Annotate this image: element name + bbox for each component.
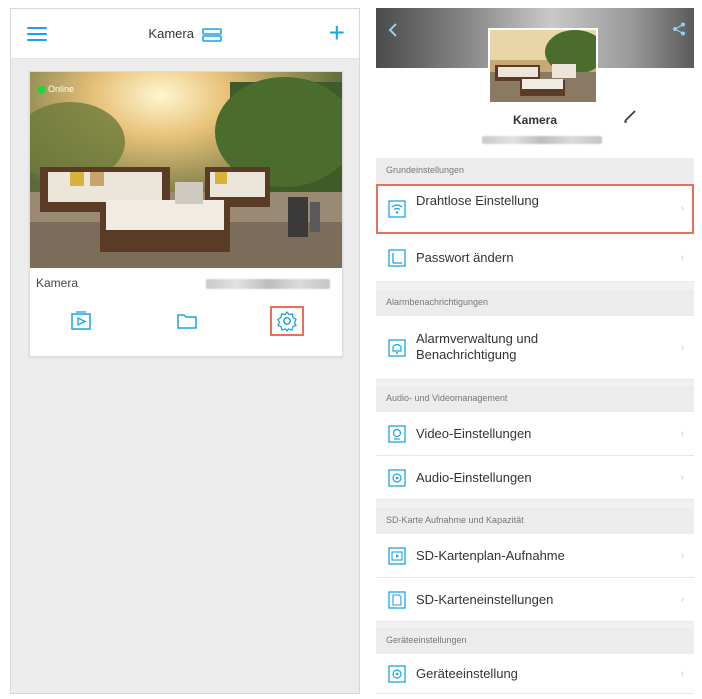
share-button[interactable]	[672, 22, 686, 41]
camera-settings-screen: Kamera Grundeinstellungen Drahtlose Eins…	[376, 8, 694, 694]
section-audio-video: Audio- und Videomanagement	[376, 386, 694, 412]
menu-item-label: Passwort ändern	[416, 250, 514, 265]
camera-list-screen: Kamera + Online Kamera	[10, 8, 360, 694]
camera-preview-image[interactable]: Online	[30, 72, 342, 268]
section-header: Grundeinstellungen	[386, 165, 465, 175]
chevron-right-icon: ›	[680, 252, 684, 263]
online-status-text: Online	[48, 84, 75, 94]
top-bar: Kamera +	[11, 9, 359, 59]
edit-name-button[interactable]	[622, 108, 638, 129]
menu-item-video-settings[interactable]: Video-Einstellungen ›	[376, 412, 694, 456]
menu-item-sd-card-settings[interactable]: SD-Karteneinstellungen ›	[376, 578, 694, 622]
alarm-icon	[388, 339, 406, 357]
album-button[interactable]	[170, 306, 204, 336]
menu-item-device-settings[interactable]: Geräteeinstellung ›	[376, 654, 694, 694]
pencil-icon	[624, 110, 636, 123]
back-arrow-icon	[388, 23, 397, 37]
patio-photo	[30, 72, 342, 268]
camera-card[interactable]: Online Kamera	[29, 71, 343, 357]
playback-icon	[71, 311, 91, 330]
chevron-right-icon: ›	[680, 594, 684, 605]
settings-button[interactable]	[270, 306, 304, 336]
camera-info-row: Kamera	[30, 272, 342, 294]
chevron-right-icon: ›	[680, 203, 684, 214]
online-dot-icon	[38, 85, 45, 93]
page-title: Kamera	[11, 26, 359, 42]
thumbnail-photo	[490, 30, 596, 102]
view-toggle-icon[interactable]	[201, 27, 222, 42]
section-header: Audio- und Videomanagement	[386, 393, 508, 403]
video-icon	[388, 425, 406, 443]
menu-item-alarm-management[interactable]: Alarmverwaltung und Benachrichtigung ›	[376, 316, 694, 380]
playback-button[interactable]	[64, 306, 98, 336]
camera-title: Kamera	[512, 113, 558, 127]
menu-item-sd-schedule-recording[interactable]: SD-Kartenplan-Aufnahme ›	[376, 534, 694, 578]
online-badge: Online	[38, 84, 74, 94]
menu-item-change-password[interactable]: Passwort ändern ›	[376, 234, 694, 282]
add-camera-button[interactable]: +	[329, 19, 345, 47]
share-icon	[673, 22, 685, 36]
camera-actions	[30, 300, 342, 350]
chevron-right-icon: ›	[680, 342, 684, 353]
menu-item-label: SD-Kartenplan-Aufnahme	[416, 548, 565, 563]
chevron-right-icon: ›	[680, 668, 684, 679]
menu-item-label: Alarmverwaltung und Benachrichtigung	[416, 331, 539, 362]
chevron-right-icon: ›	[680, 472, 684, 483]
wifi-icon	[388, 200, 406, 218]
menu-item-label: SD-Karteneinstellungen	[416, 592, 554, 607]
section-header: SD-Karte Aufnahme und Kapazität	[386, 515, 524, 525]
camera-thumbnail	[488, 28, 598, 104]
menu-item-wireless-settings[interactable]: Drahtlose Einstellung ›	[376, 184, 694, 234]
chevron-right-icon: ›	[680, 428, 684, 439]
sd-settings-icon	[388, 591, 406, 609]
page-title-text: Kamera	[148, 26, 194, 41]
password-icon	[388, 249, 406, 267]
camera-id-blurred	[482, 136, 602, 144]
section-sd-card: SD-Karte Aufnahme und Kapazität	[376, 508, 694, 534]
sd-schedule-icon	[388, 547, 406, 565]
menu-item-label: Audio-Einstellungen	[416, 470, 532, 485]
menu-item-audio-settings[interactable]: Audio-Einstellungen ›	[376, 456, 694, 500]
camera-id-blurred	[206, 279, 330, 289]
section-device-settings: Geräteeinstellungen	[376, 628, 694, 654]
menu-item-label: Video-Einstellungen	[416, 426, 532, 441]
section-alarm-notifications: Alarmbenachrichtigungen	[376, 290, 694, 316]
camera-name: Kamera	[36, 276, 79, 290]
device-icon	[388, 665, 406, 683]
settings-header: Kamera	[376, 8, 694, 158]
chevron-right-icon: ›	[680, 550, 684, 561]
menu-item-label: Geräteeinstellung	[416, 666, 518, 681]
menu-item-label: Drahtlose Einstellung	[416, 193, 539, 208]
audio-icon	[388, 469, 406, 487]
back-button[interactable]	[388, 22, 398, 43]
gear-icon	[277, 310, 297, 332]
folder-icon	[177, 314, 197, 329]
section-header: Alarmbenachrichtigungen	[386, 297, 489, 307]
section-basic-settings: Grundeinstellungen	[376, 158, 694, 184]
section-header: Geräteeinstellungen	[386, 635, 467, 645]
